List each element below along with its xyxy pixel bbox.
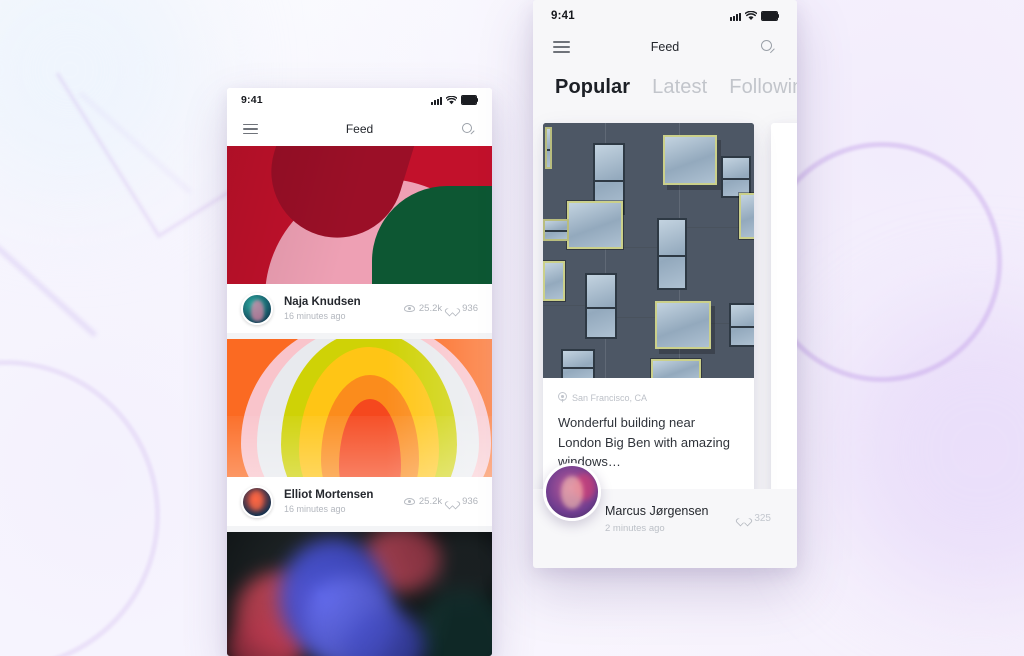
like-count-value: 936	[462, 303, 478, 314]
like-count[interactable]: 325	[738, 513, 771, 524]
back-nav-bar: Feed	[227, 112, 492, 146]
tab-latest[interactable]: Latest	[652, 76, 707, 99]
page-title: Feed	[345, 122, 374, 136]
post-location: San Francisco, CA	[543, 378, 754, 403]
signal-bars-icon	[729, 12, 741, 22]
hamburger-menu-icon[interactable]	[553, 41, 570, 53]
page-title: Feed	[650, 40, 680, 54]
avatar[interactable]	[241, 292, 273, 325]
tab-following[interactable]: Following	[729, 76, 797, 99]
post-author-block: Naja Knudsen 16 minutes ago	[284, 295, 404, 323]
status-time: 9:41	[241, 94, 263, 106]
post-stats: 25.2k 936	[403, 303, 478, 314]
background-circle-outline	[762, 142, 1002, 382]
post-stats: 25.2k 936	[403, 496, 478, 507]
view-count-value: 25.2k	[418, 496, 443, 507]
building-facade	[543, 123, 754, 378]
map-pin-icon	[558, 392, 567, 403]
eye-icon	[403, 303, 415, 314]
post-meta: Elliot Mortensen 16 minutes ago 25.2k 93…	[227, 477, 492, 526]
status-time: 9:41	[551, 10, 575, 22]
avatar[interactable]	[241, 485, 273, 518]
post-timestamp: 16 minutes ago	[284, 310, 346, 321]
post-location-text: San Francisco, CA	[572, 392, 648, 403]
feed-card[interactable]: San Francisco, CA Wonderful building nea…	[543, 123, 754, 515]
status-icons	[430, 95, 478, 105]
like-count[interactable]: 936	[447, 496, 478, 507]
post-meta: Naja Knudsen 16 minutes ago 25.2k 936	[227, 284, 492, 333]
post-image-red-abstract[interactable]	[227, 146, 492, 284]
front-status-bar: 9:41	[533, 0, 797, 32]
front-nav-bar: Feed	[533, 32, 797, 62]
feed-tabs: Popular Latest Following	[533, 62, 797, 111]
post-title: Wonderful building near London Big Ben w…	[558, 415, 731, 469]
post-author-name: Naja Knudsen	[284, 295, 361, 308]
wifi-icon	[744, 11, 757, 21]
hamburger-menu-icon[interactable]	[243, 123, 258, 135]
search-icon[interactable]	[461, 122, 476, 137]
view-count: 25.2k	[403, 496, 443, 507]
post-author-name: Marcus Jørgensen	[605, 504, 709, 519]
list-item[interactable]	[227, 532, 492, 656]
heart-icon	[447, 496, 458, 507]
back-phone-mockup: 9:41 Feed Naja Knudsen 16 minutes ago 25…	[227, 88, 492, 656]
like-count-value: 325	[754, 513, 771, 524]
list-item[interactable]: Elliot Mortensen 16 minutes ago 25.2k 93…	[227, 339, 492, 526]
status-icons	[729, 10, 779, 22]
avatar[interactable]	[543, 463, 601, 521]
view-count-value: 25.2k	[418, 303, 443, 314]
post-image-building[interactable]	[543, 123, 754, 378]
list-item[interactable]: Naja Knudsen 16 minutes ago 25.2k 936	[227, 146, 492, 333]
next-card-preview[interactable]	[771, 123, 797, 515]
eye-icon	[403, 496, 415, 507]
post-image-ink-in-water[interactable]	[227, 532, 492, 656]
post-author-name: Elliot Mortensen	[284, 488, 374, 501]
back-feed-list[interactable]: Naja Knudsen 16 minutes ago 25.2k 936 El…	[227, 146, 492, 656]
post-image-concentric-rings[interactable]	[227, 339, 492, 477]
battery-icon	[460, 95, 478, 105]
battery-icon	[760, 10, 779, 22]
front-phone-mockup: 9:41 Feed Popular Latest Following	[533, 0, 797, 568]
decorative-background	[0, 0, 1024, 656]
back-status-bar: 9:41	[227, 88, 492, 112]
like-count[interactable]: 936	[447, 303, 478, 314]
like-count-value: 936	[462, 496, 478, 507]
feed-carousel[interactable]: San Francisco, CA Wonderful building nea…	[533, 111, 797, 553]
signal-bars-icon	[430, 97, 442, 105]
post-timestamp: 16 minutes ago	[284, 503, 346, 514]
wifi-icon	[445, 96, 457, 105]
post-author-block: Elliot Mortensen 16 minutes ago	[284, 488, 404, 516]
post-author-block: Marcus Jørgensen 2 minutes ago	[605, 503, 709, 535]
heart-icon	[738, 513, 749, 524]
view-count: 25.2k	[403, 303, 443, 314]
heart-icon	[447, 303, 458, 314]
tab-popular[interactable]: Popular	[555, 76, 630, 99]
search-icon[interactable]	[760, 39, 777, 56]
post-timestamp: 2 minutes ago	[605, 522, 665, 534]
